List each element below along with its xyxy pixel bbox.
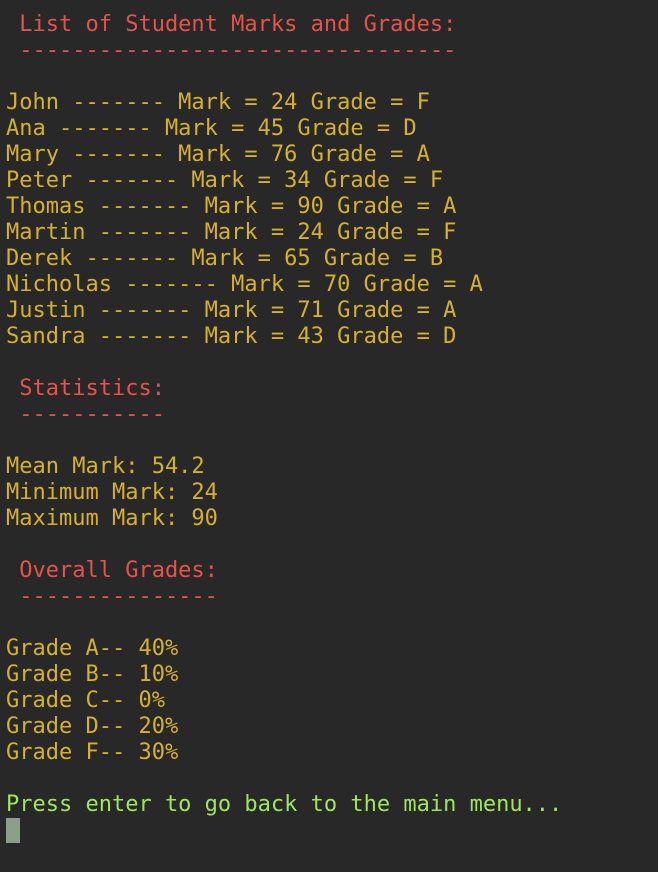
student-row: Peter ------- Mark = 34 Grade = F [6,168,444,193]
grade-percentage: Grade A-- 40% [6,636,179,661]
statistics-heading: Statistics: [6,376,165,401]
minimum-mark: Minimum Mark: 24 [6,480,218,505]
students-heading: List of Student Marks and Grades: [6,12,457,37]
grade-percentage: Grade D-- 20% [6,714,179,739]
student-row: Mary ------- Mark = 76 Grade = A [6,142,430,167]
grade-percentage: Grade B-- 10% [6,662,179,687]
continue-prompt: Press enter to go back to the main menu.… [6,792,563,817]
overall-grades-heading-underline: --------------- [6,584,218,609]
statistics-heading-underline: ----------- [6,402,165,427]
student-row: Sandra ------- Mark = 43 Grade = D [6,324,457,349]
text-cursor[interactable] [6,818,20,843]
student-row: Thomas ------- Mark = 90 Grade = A [6,194,457,219]
students-heading-underline: --------------------------------- [6,38,457,63]
maximum-mark: Maximum Mark: 90 [6,506,218,531]
student-row: Derek ------- Mark = 65 Grade = B [6,246,444,271]
mean-mark: Mean Mark: 54.2 [6,454,205,479]
student-row: Justin ------- Mark = 71 Grade = A [6,298,457,323]
overall-grades-heading: Overall Grades: [6,558,218,583]
student-row: Martin ------- Mark = 24 Grade = F [6,220,457,245]
student-row: John ------- Mark = 24 Grade = F [6,90,430,115]
student-row: Ana ------- Mark = 45 Grade = D [6,116,417,141]
student-row: Nicholas ------- Mark = 70 Grade = A [6,272,483,297]
grade-percentage: Grade F-- 30% [6,740,179,765]
grade-percentage: Grade C-- 0% [6,688,165,713]
